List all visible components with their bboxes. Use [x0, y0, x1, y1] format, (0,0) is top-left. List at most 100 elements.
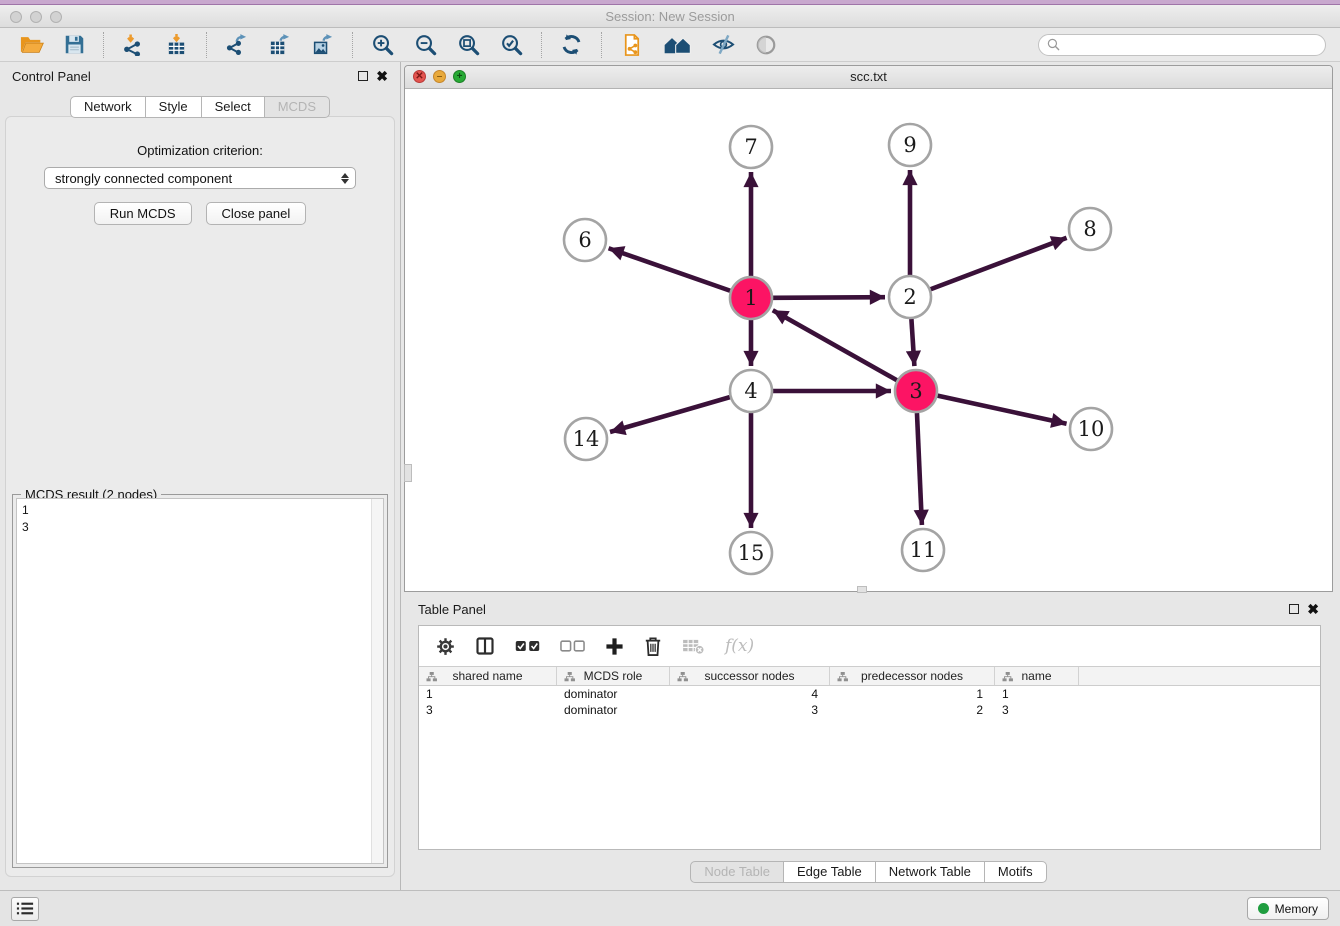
function-builder-button[interactable]: f(x) [725, 636, 754, 656]
refresh-icon [560, 33, 583, 56]
trash-icon [644, 636, 662, 657]
splitter-handle[interactable] [404, 464, 412, 482]
save-icon [64, 34, 85, 55]
close-panel-icon[interactable]: ✖ [376, 71, 388, 81]
criterion-value: strongly connected component [55, 171, 232, 186]
network-window-titlebar[interactable]: ✕ – + scc.txt [405, 66, 1332, 89]
memory-button[interactable]: Memory [1247, 897, 1329, 920]
refresh-layout-button[interactable] [556, 31, 587, 58]
cell-name[interactable]: 3 [995, 702, 1079, 718]
search-input[interactable] [1065, 38, 1317, 52]
import-network-button[interactable] [118, 31, 149, 58]
tab-network-table[interactable]: Network Table [875, 861, 985, 883]
export-image-button[interactable] [307, 31, 338, 58]
graph-edge-2-8[interactable] [931, 238, 1067, 289]
control-panel-title: Control Panel [12, 69, 91, 84]
delete-column-button[interactable] [644, 636, 662, 657]
graph-edge-3-1[interactable] [773, 310, 897, 380]
document-share-icon [620, 33, 643, 57]
birds-eye-view-button[interactable] [751, 32, 781, 58]
run-mcds-button[interactable]: Run MCDS [94, 202, 192, 225]
cell-predecessor-nodes[interactable]: 1 [830, 686, 995, 702]
graph-node-label-7: 7 [744, 135, 757, 159]
memory-status-icon [1258, 903, 1269, 914]
table-panel-header: Table Panel ✖ [404, 595, 1333, 623]
table-row[interactable]: 3dominator323 [419, 702, 1320, 718]
tab-network[interactable]: Network [70, 96, 146, 118]
add-column-button[interactable] [605, 637, 624, 656]
select-stepper-icon [341, 173, 349, 184]
tab-edge-table[interactable]: Edge Table [783, 861, 876, 883]
graph-edge-1-6[interactable] [609, 248, 731, 290]
tab-select[interactable]: Select [201, 96, 265, 118]
cell-successor-nodes[interactable]: 4 [670, 686, 830, 702]
control-panel-tabs: NetworkStyleSelectMCDS [0, 96, 400, 118]
cell-shared-name[interactable]: 3 [419, 702, 557, 718]
deselect-all-button[interactable] [560, 640, 585, 652]
result-scrollbar[interactable] [371, 499, 383, 863]
graph-edge-3-10[interactable] [937, 396, 1066, 424]
column-header-MCDS-role[interactable]: MCDS role [557, 667, 670, 685]
hide-panel-button[interactable] [708, 31, 739, 58]
cell-name[interactable]: 1 [995, 686, 1079, 702]
delete-table-icon [682, 638, 705, 655]
tab-node-table[interactable]: Node Table [690, 861, 784, 883]
gear-icon [436, 637, 455, 656]
splitter-handle[interactable] [857, 586, 867, 593]
eye-slash-icon [712, 33, 735, 56]
open-session-button[interactable] [16, 32, 48, 57]
close-panel-icon[interactable]: ✖ [1307, 604, 1319, 614]
toolbar-separator [541, 32, 542, 58]
open-session-document-button[interactable] [616, 31, 647, 59]
zoom-selected-button[interactable] [496, 31, 527, 58]
network-maximize-button[interactable]: + [453, 70, 466, 83]
cell-MCDS-role[interactable]: dominator [557, 686, 670, 702]
show-panels-button[interactable] [11, 897, 39, 921]
table-settings-button[interactable] [436, 637, 455, 656]
zoom-out-button[interactable] [410, 31, 441, 58]
delete-table-button[interactable] [682, 638, 705, 655]
graph-edge-4-14[interactable] [610, 397, 730, 432]
graph-edge-3-11[interactable] [917, 413, 922, 525]
column-header-predecessor-nodes[interactable]: predecessor nodes [830, 667, 995, 685]
network-graph[interactable]: 7968124314101511 [405, 89, 1332, 591]
float-panel-icon[interactable] [358, 71, 368, 81]
reset-home-button[interactable] [659, 32, 696, 58]
zoom-in-button[interactable] [367, 31, 398, 58]
split-panel-icon [475, 636, 495, 656]
export-network-button[interactable] [221, 31, 252, 58]
export-table-button[interactable] [264, 31, 295, 58]
import-table-button[interactable] [161, 31, 192, 58]
tab-style[interactable]: Style [145, 96, 202, 118]
graph-node-label-6: 6 [578, 228, 591, 252]
select-all-button[interactable] [515, 640, 540, 652]
split-view-button[interactable] [475, 636, 495, 656]
tab-motifs[interactable]: Motifs [984, 861, 1047, 883]
status-bar: Memory [0, 890, 1340, 926]
network-minimize-button[interactable]: – [433, 70, 446, 83]
criterion-select[interactable]: strongly connected component [44, 167, 356, 189]
close-panel-button[interactable]: Close panel [206, 202, 307, 225]
tab-mcds[interactable]: MCDS [264, 96, 330, 118]
float-panel-icon[interactable] [1289, 604, 1299, 614]
save-session-button[interactable] [60, 32, 89, 57]
table-row[interactable]: 1dominator411 [419, 686, 1320, 702]
zoom-fit-button[interactable] [453, 31, 484, 58]
network-canvas[interactable]: 7968124314101511 [405, 89, 1332, 591]
graph-edge-1-2[interactable] [773, 297, 885, 298]
cell-MCDS-role[interactable]: dominator [557, 702, 670, 718]
toolbar-separator [103, 32, 104, 58]
fx-icon: f(x) [725, 636, 754, 656]
toolbar-separator [206, 32, 207, 58]
graph-edge-2-3[interactable] [911, 319, 914, 366]
column-header-successor-nodes[interactable]: successor nodes [670, 667, 830, 685]
network-close-button[interactable]: ✕ [413, 70, 426, 83]
cell-successor-nodes[interactable]: 3 [670, 702, 830, 718]
cell-shared-name[interactable]: 1 [419, 686, 557, 702]
column-header-name[interactable]: name [995, 667, 1079, 685]
control-panel: Control Panel ✖ NetworkStyleSelectMCDS O… [0, 62, 401, 890]
column-header-shared-name[interactable]: shared name [419, 667, 557, 685]
cell-predecessor-nodes[interactable]: 2 [830, 702, 995, 718]
toolbar-separator [601, 32, 602, 58]
home-icon [663, 34, 692, 56]
